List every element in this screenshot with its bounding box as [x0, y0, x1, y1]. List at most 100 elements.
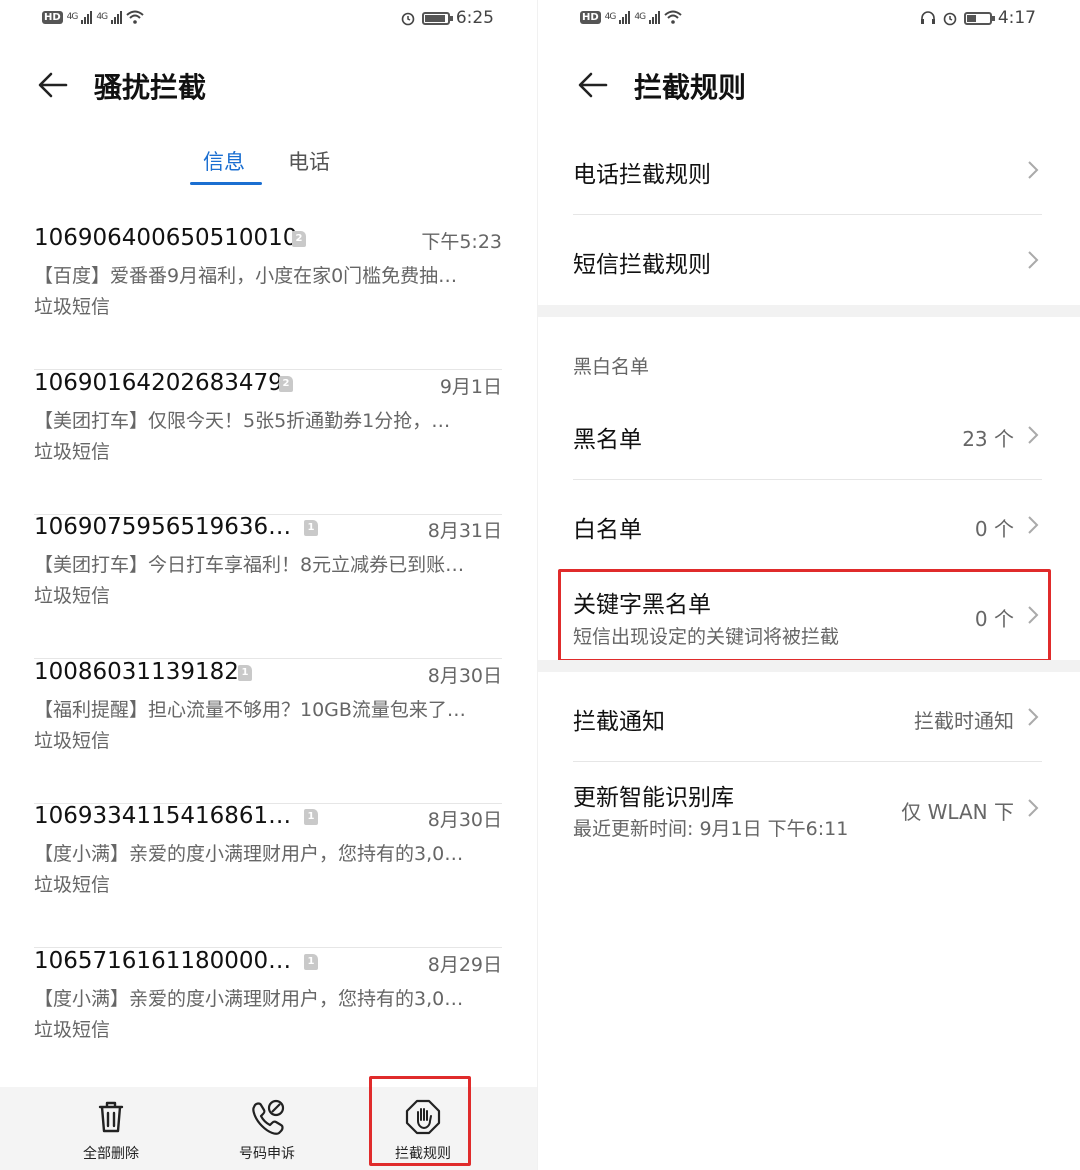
signal-icon: [81, 10, 93, 24]
right-screen: HD 4G 4G 4:17 拦截规则 电话拦截规则 短信拦截规则 黑白名单 黑名…: [538, 0, 1080, 1170]
spam-tag: 垃圾短信: [34, 874, 111, 896]
update-library-row[interactable]: 更新智能识别库 最近更新时间: 9月1日 下午6:11 仅 WLAN 下: [573, 762, 1042, 857]
trash-icon: [98, 1101, 124, 1133]
network-type-2: 4G: [634, 12, 646, 22]
highlight-box: [558, 569, 1051, 662]
chevron-right-icon: [1028, 161, 1039, 179]
signal-icon: [649, 10, 661, 24]
highlight-box: [369, 1076, 471, 1166]
block-notify-row[interactable]: 拦截通知 拦截时通知: [573, 672, 1042, 762]
message-preview: 【百度】爱番番9月福利，小度在家0门槛免费抽…: [34, 265, 458, 287]
status-bar: HD 4G 4G 4:17: [538, 8, 1080, 34]
block-notify-value: 拦截时通知: [914, 709, 1014, 733]
list-item[interactable]: 106906400650510010 2 下午5:23 【百度】爱番番9月福利，…: [34, 225, 502, 370]
battery-charging-icon: [963, 11, 995, 25]
network-type-2: 4G: [96, 12, 108, 22]
update-library-value: 仅 WLAN 下: [901, 800, 1014, 824]
message-preview: 【美团打车】今日打车享福利！8元立减券已到账…: [34, 554, 465, 576]
app-header: 拦截规则: [538, 60, 1080, 110]
sender-number: 106906400650510010: [34, 225, 298, 251]
list-item[interactable]: 1069075956519636… 1 8月31日 【美团打车】今日打车享福利！…: [34, 514, 502, 659]
chevron-right-icon: [1028, 251, 1039, 269]
whitelist-count: 0 个: [974, 517, 1014, 541]
delete-all-label: 全部删除: [83, 1146, 139, 1162]
section-gap: [538, 660, 1080, 672]
list-item[interactable]: 1065716161180000… 1 8月29日 【度小满】亲爱的度小满理财用…: [34, 948, 502, 1093]
status-bar: HD 4G 4G 6:25: [0, 8, 538, 34]
message-time: 9月1日: [439, 376, 502, 398]
spam-tag: 垃圾短信: [34, 585, 111, 607]
sms-rules-label: 短信拦截规则: [573, 252, 711, 278]
list-item[interactable]: 10086031139182 1 8月30日 【福利提醒】担心流量不够用？10G…: [34, 659, 502, 804]
app-header: 骚扰拦截: [0, 60, 538, 110]
sender-number: 1065716161180000…: [34, 948, 292, 974]
sender-number: 1069075956519636…: [34, 514, 292, 540]
section-header-blacklist-whitelist: 黑白名单: [573, 356, 650, 378]
alarm-icon: [943, 12, 957, 26]
headset-icon: [920, 11, 935, 24]
tab-messages[interactable]: 信息: [203, 146, 245, 176]
sim-card-icon: 2: [279, 376, 293, 392]
signal-icon: [619, 10, 631, 24]
list-item[interactable]: 10690164202683479 2 9月1日 【美团打车】仅限今天！5张5折…: [34, 370, 502, 515]
chevron-right-icon: [1028, 799, 1039, 817]
update-library-time: 最近更新时间: 9月1日 下午6:11: [573, 818, 849, 840]
left-screen: HD 4G 4G 6:25 骚扰拦截 信息 电话 106906400650510…: [0, 0, 538, 1170]
message-time: 下午5:23: [421, 231, 502, 253]
sms-rules-row[interactable]: 短信拦截规则: [573, 215, 1042, 305]
call-rules-row[interactable]: 电话拦截规则: [573, 125, 1042, 215]
spam-tag: 垃圾短信: [34, 730, 111, 752]
sim-card-icon: 1: [238, 665, 252, 681]
block-notify-label: 拦截通知: [573, 709, 665, 735]
delete-all-button[interactable]: 全部删除: [56, 1097, 166, 1163]
sim-card-icon: 2: [292, 231, 306, 247]
sim-card-icon: 1: [304, 520, 318, 536]
blacklist-count: 23 个: [962, 427, 1014, 451]
sim-card-icon: 1: [304, 809, 318, 825]
sender-number: 1069334115416861…: [34, 803, 292, 829]
spam-tag: 垃圾短信: [34, 296, 111, 318]
number-appeal-label: 号码申诉: [239, 1146, 295, 1162]
tab-calls[interactable]: 电话: [288, 146, 330, 176]
chevron-right-icon: [1028, 708, 1039, 726]
message-time: 8月31日: [427, 520, 502, 542]
blacklist-label: 黑名单: [573, 427, 642, 453]
page-title: 拦截规则: [634, 71, 747, 104]
spam-tag: 垃圾短信: [34, 1019, 111, 1041]
back-arrow-icon[interactable]: [576, 68, 610, 102]
message-preview: 【度小满】亲爱的度小满理财用户，您持有的3,0…: [34, 988, 464, 1010]
signal-icon: [111, 10, 123, 24]
section-gap: [538, 305, 1080, 317]
whitelist-row[interactable]: 白名单 0 个: [573, 480, 1042, 570]
message-time: 8月29日: [427, 954, 502, 976]
chevron-right-icon: [1028, 516, 1039, 534]
back-arrow-icon[interactable]: [36, 68, 70, 102]
tab-bar: 信息 电话: [0, 146, 538, 186]
number-appeal-button[interactable]: 号码申诉: [212, 1097, 322, 1163]
battery-icon: [421, 11, 453, 25]
wifi-icon: [664, 10, 682, 24]
sender-number: 10086031139182: [34, 659, 239, 685]
hd-icon: HD: [42, 10, 63, 24]
blacklist-row[interactable]: 黑名单 23 个: [573, 390, 1042, 480]
alarm-icon: [401, 12, 415, 26]
sim-card-icon: 1: [304, 954, 318, 970]
message-preview: 【福利提醒】担心流量不够用？10GB流量包来了…: [34, 699, 466, 721]
update-library-label: 更新智能识别库: [573, 785, 734, 811]
message-time: 8月30日: [427, 665, 502, 687]
message-preview: 【美团打车】仅限今天！5张5折通勤券1分抢，…: [34, 410, 451, 432]
message-time: 8月30日: [427, 809, 502, 831]
phone-appeal-icon: [252, 1099, 285, 1135]
status-time: 4:17: [997, 8, 1036, 28]
list-item[interactable]: 1069334115416861… 1 8月30日 【度小满】亲爱的度小满理财用…: [34, 803, 502, 948]
call-rules-label: 电话拦截规则: [573, 162, 711, 188]
wifi-icon: [126, 10, 144, 24]
network-type-1: 4G: [604, 12, 617, 22]
hd-icon: HD: [580, 10, 601, 24]
whitelist-label: 白名单: [573, 517, 642, 543]
message-preview: 【度小满】亲爱的度小满理财用户，您持有的3,0…: [34, 843, 464, 865]
status-time: 6:25: [455, 8, 494, 28]
tab-indicator: [190, 182, 262, 185]
spam-tag: 垃圾短信: [34, 441, 111, 463]
page-title: 骚扰拦截: [94, 71, 207, 104]
